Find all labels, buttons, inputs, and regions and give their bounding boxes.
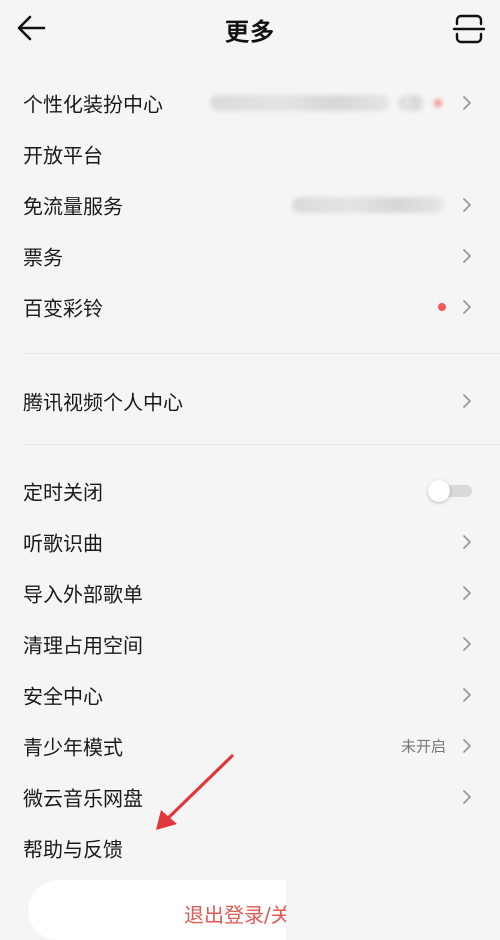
section-video: 腾讯视频个人中心 (0, 375, 500, 426)
chevron-right-icon (463, 197, 471, 212)
red-dot-badge (438, 302, 446, 311)
menu-item-label: 微云音乐网盘 (23, 786, 143, 810)
menu-item-label: 定时关闭 (23, 480, 103, 504)
menu-item-label: 开放平台 (23, 143, 103, 167)
menu-item-label: 票务 (23, 245, 63, 269)
chevron-right-icon (463, 687, 471, 702)
chevron-right-icon (463, 95, 471, 110)
chevron-right-icon (463, 393, 471, 408)
teen-mode-status: 未开启 (400, 737, 446, 755)
page-title: 更多 (225, 18, 275, 46)
menu-item-tencent-video-center[interactable]: 腾讯视频个人中心 (0, 375, 500, 426)
menu-item-tickets[interactable]: 票务 (0, 230, 500, 281)
menu-item-import-playlist[interactable]: 导入外部歌单 (0, 567, 500, 618)
scan-icon[interactable] (452, 12, 486, 46)
menu-item-label: 安全中心 (23, 684, 103, 708)
menu-item-label: 腾讯视频个人中心 (23, 390, 183, 414)
sleep-timer-toggle[interactable] (428, 479, 472, 502)
menu-item-label: 百变彩铃 (23, 296, 103, 320)
chevron-right-icon (463, 534, 471, 549)
menu-item-ringtone[interactable]: 百变彩铃 (0, 281, 500, 332)
blurred-info (292, 196, 444, 213)
toggle-knob (428, 479, 450, 502)
section-services: 个性化装扮中心 开放平台 免流量服务 票务 百变彩铃 (0, 77, 500, 332)
chevron-right-icon (463, 248, 471, 263)
chevron-right-icon (463, 299, 471, 314)
menu-item-label: 个性化装扮中心 (23, 92, 163, 116)
menu-item-free-data-service[interactable]: 免流量服务 (0, 179, 500, 230)
menu-item-open-platform[interactable]: 开放平台 (0, 128, 500, 179)
chevron-right-icon (463, 636, 471, 651)
logout-button[interactable]: 退出登录/关 (28, 880, 286, 940)
menu-item-label: 清理占用空间 (23, 633, 143, 657)
section-divider (23, 444, 500, 445)
menu-item-label: 青少年模式 (23, 735, 123, 759)
menu-item-help-feedback[interactable]: 帮助与反馈 (0, 822, 500, 873)
blurred-info (398, 94, 424, 111)
menu-item-sleep-timer[interactable]: 定时关闭 (0, 465, 500, 516)
menu-item-label: 免流量服务 (23, 194, 123, 218)
menu-item-teen-mode[interactable]: 青少年模式 未开启 (0, 720, 500, 771)
chevron-right-icon (463, 738, 471, 753)
menu-item-label: 听歌识曲 (23, 531, 103, 555)
menu-item-song-recognition[interactable]: 听歌识曲 (0, 516, 500, 567)
menu-item-label: 导入外部歌单 (23, 582, 143, 606)
blurred-info (210, 94, 390, 111)
red-dot-badge (434, 98, 442, 107)
top-bar: 更多 (0, 0, 500, 58)
section-tools: 定时关闭 听歌识曲 导入外部歌单 清理占用空间 安全中心 青少年模式 未开启 微… (0, 465, 500, 873)
logout-label: 退出登录/关 (184, 903, 286, 927)
chevron-right-icon (463, 789, 471, 804)
menu-item-security-center[interactable]: 安全中心 (0, 669, 500, 720)
section-divider (23, 353, 500, 354)
chevron-right-icon (463, 585, 471, 600)
menu-item-clear-storage[interactable]: 清理占用空间 (0, 618, 500, 669)
menu-item-weiyun-music-drive[interactable]: 微云音乐网盘 (0, 771, 500, 822)
menu-item-personalized-center[interactable]: 个性化装扮中心 (0, 77, 500, 128)
menu-item-label: 帮助与反馈 (23, 837, 123, 861)
